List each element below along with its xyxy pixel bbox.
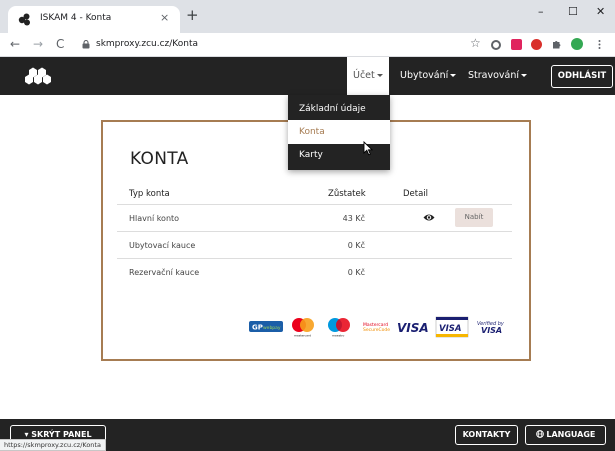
header-detail: Detail — [403, 189, 429, 199]
language-button[interactable]: LANGUAGE — [525, 425, 606, 445]
header-account-type: Typ konta — [129, 189, 170, 199]
extension-opera-icon[interactable] — [491, 40, 501, 50]
window-maximize-button[interactable]: ☐ — [568, 5, 578, 18]
nav-accommodation-label: Ubytování — [400, 70, 449, 81]
balance-cell: 0 Kč — [347, 268, 365, 277]
browser-tab[interactable]: ISKAM 4 - Konta × — [8, 6, 180, 33]
account-dropdown-menu: Základní údaje Konta Karty — [288, 95, 390, 170]
nav-accommodation-menu[interactable]: Ubytování — [394, 57, 462, 95]
screen: ISKAM 4 - Konta × + – ☐ ✕ ← → C skmproxy… — [0, 0, 615, 451]
topup-button[interactable]: Nabít — [455, 208, 493, 227]
gp-sub-label: webpay — [263, 325, 281, 331]
mastercard-logo: mastercard — [292, 318, 314, 338]
tab-close-icon[interactable]: × — [160, 11, 169, 24]
browser-status-url: https://skmproxy.zcu.cz/Konta — [0, 439, 106, 451]
account-type-cell: Ubytovací kauce — [129, 241, 196, 250]
nav-account-menu[interactable]: Účet — [347, 57, 389, 95]
verified-by-visa-logo: Verified by VISA — [477, 321, 505, 335]
extension-m-icon[interactable] — [511, 39, 522, 50]
payment-logos: GP webpay mastercard maestro Mastercard … — [249, 316, 505, 338]
account-type-cell: Rezervační kauce — [129, 268, 200, 277]
bookmark-star-icon[interactable]: ☆ — [470, 36, 481, 50]
browser-tab-strip: ISKAM 4 - Konta × + – ☐ ✕ — [0, 0, 615, 33]
maestro-label: maestro — [332, 334, 345, 338]
balance-cell: 43 Kč — [342, 214, 365, 223]
header-balance: Zůstatek — [328, 189, 366, 199]
chevron-down-icon — [450, 74, 457, 77]
browser-menu-icon[interactable] — [594, 39, 605, 50]
eye-icon[interactable] — [423, 213, 435, 222]
mouse-pointer-icon — [363, 141, 373, 156]
window-minimize-button[interactable]: – — [538, 5, 544, 18]
iskam-favicon-icon — [18, 13, 30, 26]
chevron-down-icon — [521, 74, 528, 77]
mastercard-label: mastercard — [294, 334, 311, 338]
forward-button[interactable]: → — [33, 37, 43, 51]
app-navbar: Účet Ubytování Stravování ODHLÁSIT — [0, 57, 615, 95]
dropdown-item-accounts[interactable]: Konta — [288, 120, 390, 144]
gp-label: GP — [252, 324, 263, 332]
dropdown-item-cards[interactable]: Karty — [288, 143, 390, 167]
contacts-button[interactable]: KONTAKTY — [455, 425, 518, 445]
new-tab-button[interactable]: + — [186, 8, 199, 23]
back-button[interactable]: ← — [10, 37, 20, 51]
tab-title: ISKAM 4 - Konta — [40, 13, 112, 23]
reload-button[interactable]: C — [56, 37, 64, 51]
lock-icon — [82, 40, 90, 49]
verified-visa-label: VISA — [481, 326, 502, 335]
extension-abp-icon[interactable] — [531, 39, 542, 50]
gp-webpay-logo: GP webpay — [249, 321, 283, 332]
maestro-logo: maestro — [328, 318, 350, 338]
nav-account-label: Účet — [353, 70, 375, 81]
mc-securecode-line2: SecureCode — [363, 327, 390, 333]
browser-toolbar: ← → C skmproxy.zcu.cz/Konta ☆ — [0, 33, 615, 57]
chevron-down-icon — [376, 74, 383, 77]
address-bar-url[interactable]: skmproxy.zcu.cz/Konta — [96, 39, 198, 49]
table-row: Hlavní konto 43 Kč Nabít — [117, 204, 512, 231]
window-close-button[interactable]: ✕ — [596, 5, 605, 18]
extensions-puzzle-icon[interactable] — [551, 39, 562, 50]
account-type-cell: Hlavní konto — [129, 214, 180, 223]
mastercard-securecode-logo: Mastercard SecureCode — [363, 322, 390, 333]
table-row: Rezervační kauce 0 Kč — [117, 258, 512, 285]
visa-logo: VISA — [397, 321, 429, 335]
visa-card-label: VISA — [439, 324, 461, 334]
visa-card-logo: VISA — [435, 316, 469, 338]
profile-avatar[interactable] — [571, 38, 583, 50]
nav-dining-menu[interactable]: Stravování — [462, 57, 533, 95]
iskam-logo-icon[interactable] — [23, 65, 57, 87]
page-title: KONTA — [130, 149, 189, 169]
nav-dining-label: Stravování — [468, 70, 520, 81]
table-row: Ubytovací kauce 0 Kč — [117, 231, 512, 258]
globe-icon — [535, 430, 544, 438]
logout-button[interactable]: ODHLÁSIT — [551, 65, 613, 88]
balance-cell: 0 Kč — [347, 241, 365, 250]
language-label: LANGUAGE — [546, 430, 596, 439]
dropdown-item-basic-info[interactable]: Základní údaje — [288, 97, 390, 121]
